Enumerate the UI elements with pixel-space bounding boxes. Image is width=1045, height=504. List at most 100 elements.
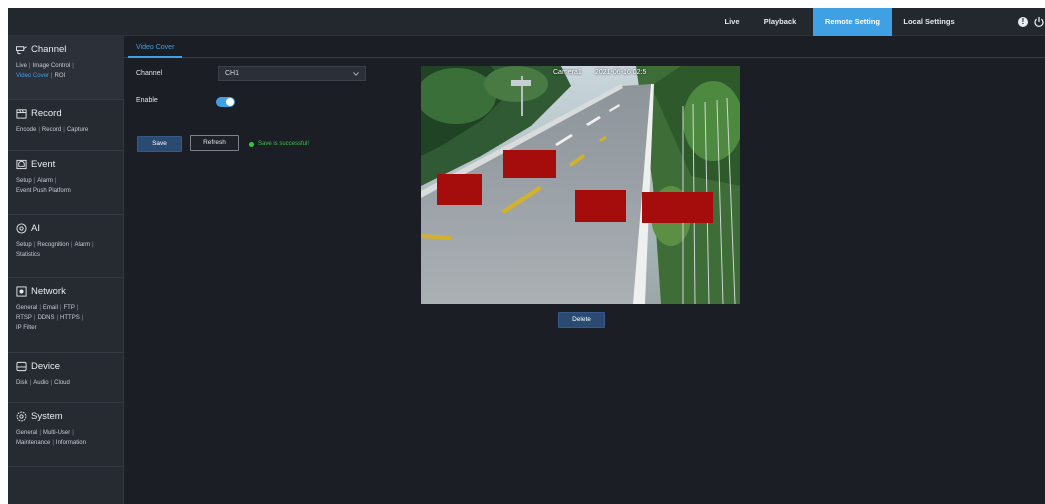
event-icon	[16, 159, 27, 169]
sidebar-title-device: Device	[31, 360, 61, 372]
sidebar-link-alarm[interactable]: Alarm	[75, 242, 91, 248]
link-separator: |	[81, 315, 84, 321]
sidebar-link-ddns[interactable]: DDNS	[37, 315, 54, 321]
sidebar-section-device: Device Disk | Audio | Cloud	[8, 353, 124, 403]
sidebar-link-multi-user[interactable]: Multi-User	[43, 430, 70, 436]
sidebar-link-encode[interactable]: Encode	[16, 127, 36, 133]
link-separator: |	[39, 305, 41, 311]
nav-local-settings[interactable]: Local Settings	[896, 8, 962, 36]
sidebar-links-system: General | Multi-User | Maintenance | Informat…	[16, 428, 122, 448]
link-separator: |	[59, 305, 62, 311]
channel-label: Channel	[136, 70, 163, 77]
sidebar-section-ai: AI Setup | Recognition | Alarm | Statistics	[8, 215, 124, 278]
sidebar-link-general[interactable]: General	[16, 430, 37, 436]
sidebar-link-record[interactable]: Record	[42, 127, 61, 133]
sidebar-link-information[interactable]: Information	[56, 440, 86, 446]
channel-select[interactable]: CH1	[218, 66, 366, 81]
timestamp-overlay: 2021-06-16 02:5	[595, 69, 647, 76]
sidebar-link-setup[interactable]: Setup	[16, 178, 32, 184]
link-separator: |	[29, 380, 32, 386]
sidebar: Channel Live | Image Control | Video Cover |…	[8, 36, 124, 504]
sidebar-item-ai[interactable]: AI	[16, 221, 40, 235]
sidebar-links-network: General | Email | FTP | RTSP | DDNS | HTTPS | IP F…	[16, 303, 122, 333]
sidebar-section-network: Network General | Email | FTP | RTSP | DDNS | HTT…	[8, 278, 124, 353]
sidebar-link-capture[interactable]: Capture	[67, 127, 88, 133]
link-separator: |	[76, 305, 79, 311]
sidebar-link-video-cover[interactable]: Video Cover	[16, 73, 49, 79]
sidebar-link-general[interactable]: General	[16, 305, 37, 311]
sidebar-item-channel[interactable]: Channel	[16, 42, 66, 56]
nav-playback[interactable]: Playback	[756, 8, 804, 36]
sidebar-title-ai: AI	[31, 222, 40, 234]
nav-live[interactable]: Live	[714, 8, 750, 36]
sidebar-link-maintenance[interactable]: Maintenance	[16, 440, 50, 446]
sidebar-links-record: Encode | Record | Capture	[16, 125, 122, 135]
link-separator: |	[54, 178, 57, 184]
privacy-mask-3[interactable]	[575, 190, 626, 222]
link-separator: |	[39, 430, 41, 436]
sidebar-item-device[interactable]: Device	[16, 359, 60, 373]
sidebar-link-ip-filter[interactable]: IP Filter	[16, 325, 37, 331]
link-separator: |	[63, 127, 65, 133]
chevron-down-icon	[353, 72, 359, 76]
sidebar-links-ai: Setup | Recognition | Alarm | Statistics	[16, 240, 122, 260]
top-bar: Live Playback Remote Setting Local Setti…	[8, 8, 1045, 36]
sidebar-item-record[interactable]: Record	[16, 106, 62, 120]
channel-select-value: CH1	[225, 70, 240, 77]
link-separator: |	[56, 315, 59, 321]
enable-toggle[interactable]	[216, 97, 235, 107]
sidebar-link-statistics[interactable]: Statistics	[16, 252, 40, 258]
camera-name-overlay: Camera1	[553, 69, 582, 76]
sidebar-link-live[interactable]: Live	[16, 63, 27, 69]
link-separator: |	[38, 127, 40, 133]
refresh-button[interactable]: Refresh	[190, 135, 239, 151]
sidebar-link-ftp[interactable]: FTP	[64, 305, 75, 311]
sidebar-link-event-push-platform[interactable]: Event Push Platform	[16, 188, 71, 194]
camera-icon	[16, 45, 27, 54]
privacy-mask-2[interactable]	[503, 150, 556, 178]
network-icon	[16, 285, 27, 297]
device-icon	[16, 361, 27, 371]
success-dot-icon	[249, 141, 254, 147]
sidebar-section-system: System General | Multi-User | Maintenance | I…	[8, 403, 124, 467]
sidebar-link-email[interactable]: Email	[43, 305, 58, 311]
sidebar-link-rtsp[interactable]: RTSP	[16, 315, 32, 321]
sidebar-link-alarm[interactable]: Alarm	[37, 178, 53, 184]
privacy-mask-4[interactable]	[642, 192, 713, 223]
sidebar-link-setup[interactable]: Setup	[16, 242, 32, 248]
app-window: Live Playback Remote Setting Local Setti…	[8, 8, 1045, 504]
sidebar-link-roi[interactable]: ROI	[54, 73, 65, 79]
sidebar-link-disk[interactable]: Disk	[16, 380, 28, 386]
sidebar-links-channel: Live | Image Control | Video Cover | ROI	[16, 61, 122, 81]
info-icon[interactable]: !	[1018, 17, 1028, 27]
sidebar-item-system[interactable]: System	[16, 409, 63, 423]
sidebar-links-event: Setup | Alarm | Event Push Platform	[16, 176, 122, 196]
privacy-mask-1[interactable]	[437, 174, 482, 205]
tab-bar: Video Cover	[124, 36, 1045, 58]
link-separator: |	[33, 242, 36, 248]
power-icon[interactable]	[1033, 16, 1045, 28]
sidebar-link-https[interactable]: HTTPS	[60, 315, 80, 321]
sidebar-title-network: Network	[31, 285, 66, 297]
record-icon	[16, 108, 27, 119]
sidebar-link-recognition[interactable]: Recognition	[37, 242, 69, 248]
nav-remote-setting[interactable]: Remote Setting	[813, 8, 892, 36]
link-separator: |	[52, 440, 54, 446]
sidebar-link-image-control[interactable]: Image Control	[33, 63, 71, 69]
camera-preview[interactable]: Camera1 2021-06-16 02:5	[421, 66, 740, 304]
toggle-knob	[226, 98, 234, 106]
sidebar-links-device: Disk | Audio | Cloud	[16, 378, 122, 388]
tab-video-cover[interactable]: Video Cover	[128, 40, 183, 58]
sidebar-link-audio[interactable]: Audio	[33, 380, 48, 386]
sidebar-link-cloud[interactable]: Cloud	[54, 380, 70, 386]
link-separator: |	[29, 63, 31, 69]
link-separator: |	[50, 73, 53, 79]
sidebar-section-record: Record Encode | Record | Capture	[8, 100, 124, 151]
sidebar-item-network[interactable]: Network	[16, 284, 66, 298]
sidebar-section-channel: Channel Live | Image Control | Video Cover |…	[8, 36, 124, 100]
system-icon	[16, 411, 27, 421]
link-separator: |	[33, 178, 36, 184]
delete-button[interactable]: Delete	[558, 312, 605, 328]
save-button[interactable]: Save	[137, 136, 182, 152]
sidebar-item-event[interactable]: Event	[16, 157, 55, 171]
